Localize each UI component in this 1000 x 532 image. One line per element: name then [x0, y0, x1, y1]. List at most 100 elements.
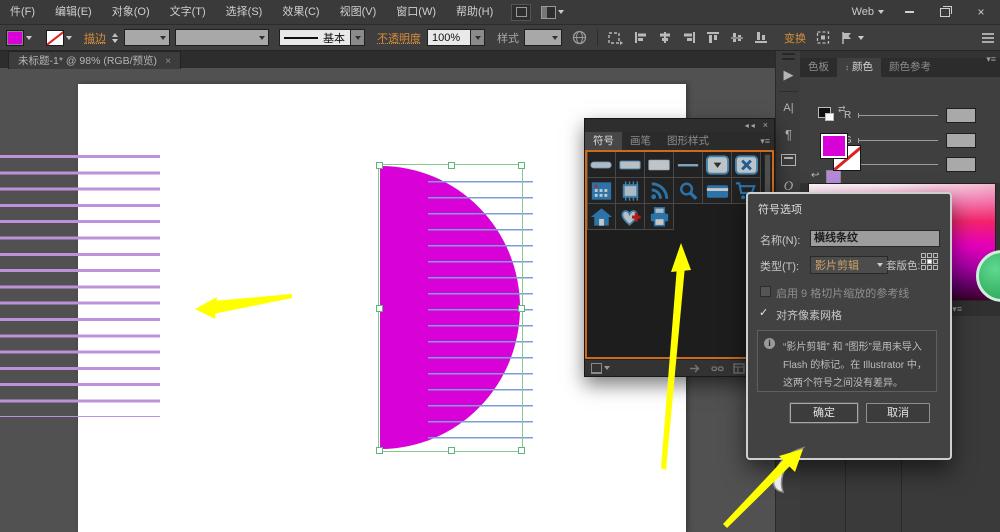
chevron-down-icon[interactable]: [471, 29, 485, 46]
selection-handle[interactable]: [518, 305, 525, 312]
stroke-link[interactable]: 描边: [84, 30, 106, 46]
collapse-control-panel-icon[interactable]: [982, 32, 994, 43]
menu-help[interactable]: 帮助(H): [446, 0, 503, 24]
bridge-icon[interactable]: [511, 3, 532, 21]
layers-panel-icon[interactable]: [776, 147, 801, 173]
document-tab[interactable]: 未标题-1* @ 98% (RGB/预览) ×: [8, 51, 182, 69]
document-setup-icon[interactable]: [572, 30, 587, 45]
menu-file[interactable]: 件(F): [0, 0, 45, 24]
symbols-panel-titlebar[interactable]: ◂◂ ×: [585, 119, 774, 133]
cancel-button[interactable]: 取消: [866, 403, 930, 423]
align-middle-icon[interactable]: [730, 31, 744, 44]
place-symbol-instance-icon[interactable]: [689, 363, 702, 374]
print-symbol[interactable]: [645, 204, 674, 230]
selection-handle[interactable]: [518, 162, 525, 169]
search-symbol[interactable]: [674, 178, 703, 204]
symbol-name-input[interactable]: 横线条纹: [810, 230, 940, 247]
symbol-type-dropdown[interactable]: 影片剪辑: [810, 256, 888, 274]
opacity-link[interactable]: 不透明度: [377, 30, 421, 46]
tab-color-guide[interactable]: 颜色参考: [881, 58, 939, 77]
home-symbol[interactable]: [587, 204, 616, 230]
enable-9-slice-checkbox[interactable]: [760, 286, 771, 297]
break-link-icon[interactable]: [711, 363, 724, 374]
isolate-selected-icon[interactable]: [608, 31, 624, 45]
red-value-field[interactable]: [946, 107, 976, 123]
close-panel-icon[interactable]: ×: [763, 120, 770, 130]
registration-point-selector[interactable]: [921, 253, 938, 270]
stroke-weight-dropdown[interactable]: [124, 29, 170, 46]
dropdown-symbol[interactable]: [703, 152, 732, 178]
ok-button[interactable]: 确定: [790, 403, 858, 423]
fill-swatch[interactable]: [6, 29, 24, 46]
last-color-icon[interactable]: ↩: [811, 170, 819, 181]
chip-symbol[interactable]: [616, 178, 645, 204]
stroke-weight-stepper[interactable]: [110, 31, 119, 45]
menu-object[interactable]: 对象(O): [102, 0, 160, 24]
symbol-libraries-menu-icon[interactable]: [591, 362, 610, 374]
close-symbol[interactable]: [732, 152, 761, 178]
align-left-icon[interactable]: [634, 31, 648, 44]
align-bottom-icon[interactable]: [754, 31, 768, 44]
default-fill-stroke-icon[interactable]: [818, 107, 834, 121]
style-dropdown[interactable]: [524, 29, 562, 46]
dock-grip[interactable]: [782, 53, 795, 55]
menu-view[interactable]: 视图(V): [330, 0, 387, 24]
align-center-icon[interactable]: [658, 31, 672, 44]
selection-bounding-box[interactable]: [376, 162, 525, 454]
bounding-box-icon[interactable]: [816, 31, 830, 44]
restore-button[interactable]: [934, 5, 956, 19]
minimize-button[interactable]: [898, 5, 920, 19]
tab-graphic-styles[interactable]: 图形样式: [659, 132, 717, 150]
selection-handle[interactable]: [447, 447, 455, 454]
align-top-icon[interactable]: [706, 31, 720, 44]
selection-handle[interactable]: [376, 305, 383, 312]
green-slider[interactable]: [858, 137, 938, 143]
align-pixel-grid-checkbox[interactable]: ✓: [759, 306, 768, 319]
arrange-documents-icon[interactable]: [541, 5, 565, 19]
blue-value-field[interactable]: [946, 156, 976, 172]
selection-handle[interactable]: [376, 447, 383, 454]
selection-handle[interactable]: [518, 447, 525, 454]
blue-slider[interactable]: [858, 161, 938, 167]
bar-symbol[interactable]: [587, 152, 616, 178]
close-button[interactable]: ×: [970, 5, 992, 19]
menu-effect[interactable]: 效果(C): [272, 0, 329, 24]
card-symbol[interactable]: [703, 178, 732, 204]
paragraph-panel-icon[interactable]: ¶: [776, 121, 801, 147]
stroke-none-swatch[interactable]: [46, 29, 64, 46]
flash-panel-icon[interactable]: ▶: [776, 62, 801, 88]
rss-symbol[interactable]: [645, 178, 674, 204]
fill-color-control[interactable]: [6, 29, 32, 46]
panel-symbol[interactable]: [645, 152, 674, 178]
tab-close-icon[interactable]: ×: [165, 55, 171, 67]
workspace-switcher[interactable]: Web: [852, 6, 884, 18]
tab-color[interactable]: ↕ 颜色: [837, 58, 881, 77]
character-panel-icon[interactable]: A|: [776, 95, 801, 121]
fill-proxy-swatch[interactable]: [820, 133, 848, 159]
dock-grip[interactable]: [782, 58, 795, 60]
select-similar-icon[interactable]: [840, 31, 864, 45]
panel-menu-icon[interactable]: ▾≡: [986, 54, 996, 65]
calendar-symbol[interactable]: [587, 178, 616, 204]
selection-handle[interactable]: [447, 162, 455, 169]
tab-brushes[interactable]: 画笔: [622, 132, 659, 150]
panel-menu-icon[interactable]: ▾≡: [760, 136, 770, 147]
collapse-panel-icon[interactable]: ◂◂: [745, 121, 757, 130]
menu-select[interactable]: 选择(S): [216, 0, 273, 24]
panel-menu-icon[interactable]: ▾≡: [952, 304, 962, 315]
menu-type[interactable]: 文字(T): [160, 0, 216, 24]
stroke-color-control[interactable]: [46, 29, 72, 46]
button-symbol[interactable]: [616, 152, 645, 178]
menu-edit[interactable]: 编辑(E): [45, 0, 102, 24]
transform-link[interactable]: 变换: [784, 30, 806, 46]
menu-window[interactable]: 窗口(W): [386, 0, 446, 24]
rule-symbol[interactable]: [674, 152, 703, 178]
green-value-field[interactable]: [946, 132, 976, 148]
tab-symbols[interactable]: 符号: [585, 132, 622, 150]
tab-swatches[interactable]: 色板: [800, 58, 837, 77]
brush-definition-control[interactable]: 基本: [269, 29, 365, 46]
symbol-options-icon[interactable]: [733, 362, 745, 374]
selection-handle[interactable]: [376, 162, 383, 169]
variable-width-dropdown[interactable]: [175, 29, 269, 46]
align-right-icon[interactable]: [682, 31, 696, 44]
